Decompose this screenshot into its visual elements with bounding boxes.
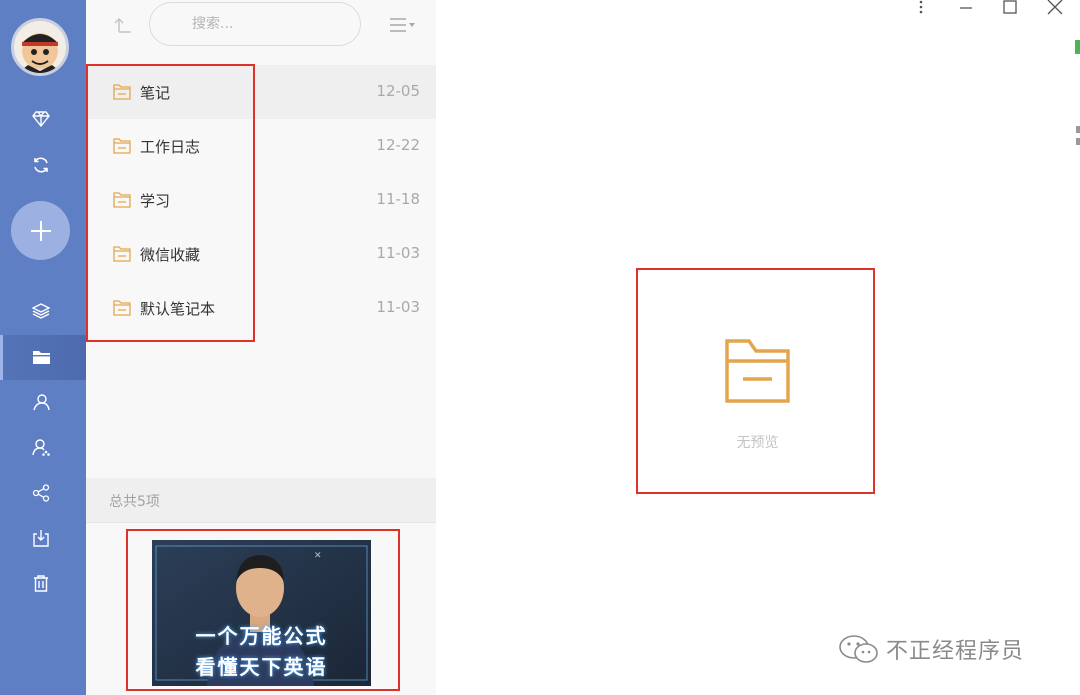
folder-icon[interactable] [28,344,54,370]
notebook-name: 默认笔记本 [140,300,216,318]
watermark: 不正经程序员 [838,632,1024,666]
notebook-date: 11-03 [376,298,420,316]
close-icon[interactable] [1044,0,1066,18]
share-icon[interactable] [28,480,54,506]
notebook-folder-icon [113,300,131,316]
edge-mark [1076,126,1080,133]
user-group-icon[interactable] [28,434,54,460]
notebook-folder-icon [113,138,131,154]
notebook-date: 12-05 [376,82,420,100]
avatar[interactable] [11,18,69,76]
wechat-icon [839,635,878,663]
ad-banner[interactable]: ✕ 一个万能公式 看懂天下英语 [152,540,371,686]
edge-indicator [1075,40,1080,54]
layers-icon[interactable] [28,298,54,324]
notebook-folder-icon [113,192,131,208]
user-icon[interactable] [28,389,54,415]
edge-mark [1076,138,1080,145]
no-preview-text: 无预览 [736,435,779,451]
trash-icon[interactable] [28,570,54,596]
svg-text:✕: ✕ [314,551,322,561]
rail-active-indicator [0,335,3,380]
notebook-name: 笔记 [140,84,171,102]
more-menu-icon[interactable] [910,0,932,18]
add-icon [30,220,51,241]
maximize-icon[interactable] [999,0,1021,18]
notebook-folder-icon [113,246,131,262]
up-level-icon[interactable] [112,14,134,36]
notebook-folder-icon [113,84,131,100]
add-button[interactable] [11,201,70,260]
list-item[interactable]: 微信收藏 11-03 [86,227,436,281]
sidebar [0,0,86,695]
sync-icon[interactable] [28,152,54,178]
search-input[interactable]: 搜索... [149,2,361,46]
notebook-name: 学习 [140,192,171,210]
list-item[interactable]: 笔记 12-05 [86,65,436,119]
list-item[interactable]: 学习 11-18 [86,173,436,227]
notebook-date: 11-03 [376,244,420,262]
notebook-date: 11-18 [376,190,420,208]
minimize-icon[interactable] [955,0,977,18]
notebook-date: 12-22 [376,136,420,154]
list-item[interactable]: 默认笔记本 11-03 [86,281,436,335]
empty-preview-folder-icon [725,339,790,403]
notebook-name: 微信收藏 [140,246,201,264]
notebook-name: 工作日志 [140,138,201,156]
export-icon[interactable] [28,525,54,551]
notebook-list: 笔记 12-05 工作日志 12-22 学习 11-18 微信收藏 11-03 … [86,65,436,335]
sort-menu-icon[interactable] [388,16,418,34]
list-item[interactable]: 工作日志 12-22 [86,119,436,173]
ad-line-2: 看懂天下英语 [195,655,328,679]
total-count: 总共5项 [109,494,160,510]
ad-line-1: 一个万能公式 [195,624,328,648]
list-footer: 总共5项 [86,478,436,523]
diamond-icon[interactable] [28,106,54,132]
watermark-text: 不正经程序员 [886,639,1025,664]
